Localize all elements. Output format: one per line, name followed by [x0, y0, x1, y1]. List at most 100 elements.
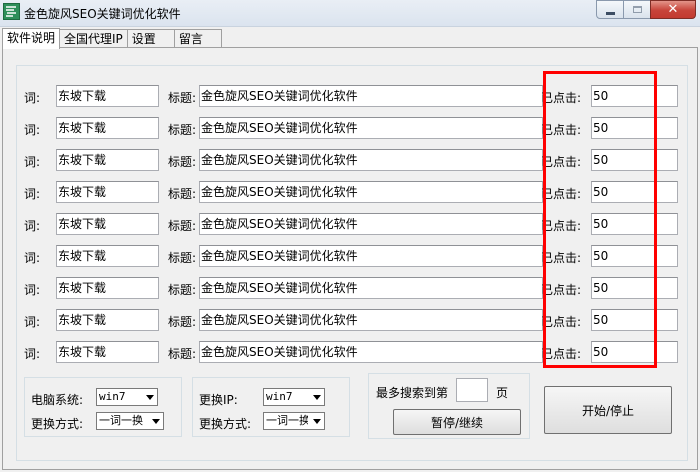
chevron-down-icon[interactable] [308, 389, 324, 405]
clicked-count-input[interactable]: 50 [591, 85, 678, 107]
clicked-label: 已点击: [541, 155, 582, 169]
title-input[interactable]: 金色旋风SEO关键词优化软件 [199, 181, 543, 203]
clicked-label: 已点击: [541, 123, 582, 137]
os-select-value: win7 [99, 390, 126, 403]
clicked-count-input[interactable]: 50 [591, 341, 678, 363]
word-input[interactable]: 东坡下载 [56, 117, 159, 139]
tab-settings[interactable]: 设置 [126, 29, 175, 48]
clicked-count-input[interactable]: 50 [591, 117, 678, 139]
clicked-label: 已点击: [541, 187, 582, 201]
ip-switch-mode-label: 更换方式: [199, 417, 252, 431]
title-label: 标题: [168, 123, 197, 137]
max-search-label: 最多搜索到第 [376, 386, 449, 400]
chevron-down-icon[interactable] [308, 413, 324, 429]
maximize-button[interactable] [623, 0, 651, 19]
os-select[interactable]: win7 [96, 388, 158, 406]
keyword-row: 词: 东坡下载 标题: 金色旋风SEO关键词优化软件 已点击: 50 [0, 339, 700, 363]
pause-resume-button[interactable]: 暂停/继续 [393, 409, 521, 435]
chevron-down-icon[interactable] [141, 389, 157, 405]
switch-mode-label: 更换方式: [31, 417, 84, 431]
ip-select-value: win7 [266, 390, 293, 403]
max-page-input[interactable] [456, 378, 488, 402]
ip-switch-mode-select[interactable]: 一词一换 [263, 412, 325, 430]
keyword-row: 词: 东坡下载 标题: 金色旋风SEO关键词优化软件 已点击: 50 [0, 83, 700, 107]
word-input[interactable]: 东坡下载 [56, 213, 159, 235]
word-label: 词: [24, 347, 41, 361]
title-input[interactable]: 金色旋风SEO关键词优化软件 [199, 245, 543, 267]
tab-strip: 软件说明 全国代理IP 设置 留言 [2, 28, 222, 49]
keyword-row: 词: 东坡下载 标题: 金色旋风SEO关键词优化软件 已点击: 50 [0, 179, 700, 203]
minimize-button[interactable] [596, 0, 624, 19]
os-label: 电脑系统: [31, 393, 84, 407]
tab-software-info[interactable]: 软件说明 [2, 28, 61, 49]
clicked-label: 已点击: [541, 283, 582, 297]
title-input[interactable]: 金色旋风SEO关键词优化软件 [199, 149, 543, 171]
switch-mode-select[interactable]: 一词一换 [96, 412, 164, 430]
clicked-count-input[interactable]: 50 [591, 181, 678, 203]
word-input[interactable]: 东坡下载 [56, 309, 159, 331]
title-label: 标题: [168, 283, 197, 297]
ip-select[interactable]: win7 [263, 388, 325, 406]
word-label: 词: [24, 91, 41, 105]
word-input[interactable]: 东坡下载 [56, 277, 159, 299]
clicked-count-input[interactable]: 50 [591, 309, 678, 331]
close-icon: ✕ [667, 2, 679, 17]
title-label: 标题: [168, 315, 197, 329]
word-label: 词: [24, 219, 41, 233]
title-input[interactable]: 金色旋风SEO关键词优化软件 [199, 213, 543, 235]
tab-proxy-ip[interactable]: 全国代理IP [59, 29, 128, 48]
app-window: 金色旋风SEO关键词优化软件 ✕ 软件说明 全国代理IP 设置 留言 词: 东坡… [0, 0, 700, 472]
ip-switch-mode-select-value: 一词一换 [266, 414, 310, 427]
title-label: 标题: [168, 219, 197, 233]
clicked-count-input[interactable]: 50 [591, 213, 678, 235]
ip-label: 更换IP: [199, 393, 238, 407]
title-input[interactable]: 金色旋风SEO关键词优化软件 [199, 341, 543, 363]
keyword-row: 词: 东坡下载 标题: 金色旋风SEO关键词优化软件 已点击: 50 [0, 211, 700, 235]
page-suffix: 页 [496, 386, 509, 400]
window-controls: ✕ [596, 0, 696, 20]
title-label: 标题: [168, 91, 197, 105]
title-label: 标题: [168, 155, 197, 169]
clicked-label: 已点击: [541, 91, 582, 105]
keyword-row: 词: 东坡下载 标题: 金色旋风SEO关键词优化软件 已点击: 50 [0, 275, 700, 299]
word-label: 词: [24, 123, 41, 137]
clicked-count-input[interactable]: 50 [591, 277, 678, 299]
tab-message[interactable]: 留言 [173, 29, 222, 48]
word-label: 词: [24, 283, 41, 297]
clicked-label: 已点击: [541, 347, 582, 361]
title-input[interactable]: 金色旋风SEO关键词优化软件 [199, 85, 543, 107]
maximize-icon [632, 6, 642, 13]
minimize-icon [605, 11, 615, 15]
title-bar[interactable]: 金色旋风SEO关键词优化软件 ✕ [0, 0, 700, 27]
clicked-count-input[interactable]: 50 [591, 245, 678, 267]
title-label: 标题: [168, 347, 197, 361]
start-stop-button[interactable]: 开始/停止 [544, 386, 672, 434]
keyword-row: 词: 东坡下载 标题: 金色旋风SEO关键词优化软件 已点击: 50 [0, 147, 700, 171]
close-button[interactable]: ✕ [650, 0, 696, 19]
clicked-label: 已点击: [541, 315, 582, 329]
window-title: 金色旋风SEO关键词优化软件 [24, 7, 181, 21]
keyword-row: 词: 东坡下载 标题: 金色旋风SEO关键词优化软件 已点击: 50 [0, 307, 700, 331]
word-input[interactable]: 东坡下载 [56, 85, 159, 107]
word-input[interactable]: 东坡下载 [56, 245, 159, 267]
chevron-down-icon[interactable] [147, 413, 163, 429]
word-label: 词: [24, 155, 41, 169]
word-input[interactable]: 东坡下载 [56, 181, 159, 203]
keyword-row: 词: 东坡下载 标题: 金色旋风SEO关键词优化软件 已点击: 50 [0, 115, 700, 139]
word-label: 词: [24, 315, 41, 329]
title-label: 标题: [168, 251, 197, 265]
title-input[interactable]: 金色旋风SEO关键词优化软件 [199, 277, 543, 299]
title-label: 标题: [168, 187, 197, 201]
word-label: 词: [24, 187, 41, 201]
switch-mode-select-value: 一词一换 [99, 414, 143, 427]
clicked-label: 已点击: [541, 251, 582, 265]
word-label: 词: [24, 251, 41, 265]
keyword-row: 词: 东坡下载 标题: 金色旋风SEO关键词优化软件 已点击: 50 [0, 243, 700, 267]
clicked-count-input[interactable]: 50 [591, 149, 678, 171]
clicked-label: 已点击: [541, 219, 582, 233]
title-input[interactable]: 金色旋风SEO关键词优化软件 [199, 117, 543, 139]
word-input[interactable]: 东坡下载 [56, 149, 159, 171]
title-input[interactable]: 金色旋风SEO关键词优化软件 [199, 309, 543, 331]
app-logo-icon [3, 3, 20, 20]
word-input[interactable]: 东坡下载 [56, 341, 159, 363]
